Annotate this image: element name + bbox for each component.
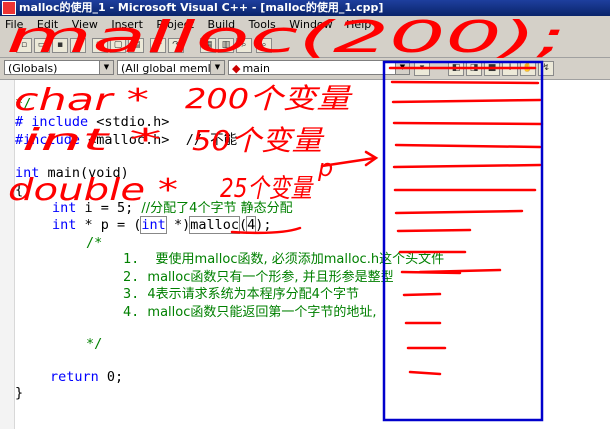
build-icon[interactable]: ◨ [466, 61, 482, 76]
wizard-bar: (Globals) ▼ (All global meml ▼ ◆ main ▼ ▾… [0, 58, 610, 80]
menu-edit[interactable]: Edit [32, 16, 63, 33]
redo-icon[interactable]: ↷ [168, 38, 184, 53]
new-file-icon[interactable]: ▫ [16, 38, 32, 53]
code-editor[interactable]: */ # include <stdio.h> #include <malloc.… [0, 80, 610, 429]
code-line: 1. 要使用malloc函数, 必须添加malloc.h这个头文件 [123, 251, 445, 267]
menu-build[interactable]: Build [203, 16, 241, 33]
menu-file[interactable]: File [0, 16, 28, 33]
output-icon[interactable]: ▥ [218, 38, 234, 53]
chevron-down-icon: ▼ [99, 61, 113, 74]
app-icon [2, 1, 16, 15]
menu-help[interactable]: Help [341, 16, 376, 33]
code-line: } [15, 385, 24, 401]
menu-window[interactable]: Window [284, 16, 337, 33]
breakpoint-icon[interactable]: ✋ [520, 61, 536, 76]
scope-combo-value: (Globals) [8, 62, 58, 75]
scope-combo[interactable]: (Globals) ▼ [4, 60, 114, 75]
menu-insert[interactable]: Insert [106, 16, 148, 33]
title-bar: malloc的使用_1 - Microsoft Visual C++ - [ma… [0, 0, 610, 16]
menu-project[interactable]: Project [151, 16, 199, 33]
function-diamond-icon: ◆ [232, 62, 241, 75]
function-combo[interactable]: ◆ main ▼ [228, 60, 410, 75]
menu-tools[interactable]: Tools [244, 16, 281, 33]
undo-icon[interactable]: ↶ [150, 38, 166, 53]
members-combo[interactable]: (All global meml ▼ [117, 60, 225, 75]
execute-icon[interactable]: ! [502, 61, 518, 76]
menu-view[interactable]: View [67, 16, 103, 33]
workspace-icon[interactable]: ▦ [200, 38, 216, 53]
code-line: /* [86, 235, 103, 251]
standard-toolbar: ▫ ▭ ▪ ▪ ✂ ▢ ▤ ↶ ↷ ▦ ▥ ⌕ ⌕ [0, 33, 610, 58]
code-line: int * p = (int *)malloc(4); [52, 216, 272, 234]
code-line: int main(void) [15, 165, 129, 181]
editor-gutter [0, 80, 15, 429]
code-line: #include <malloc.h> // 不能 [15, 132, 238, 148]
members-combo-value: (All global meml [121, 62, 211, 75]
code-line: # include <stdio.h> [15, 114, 170, 130]
code-line: { [15, 182, 24, 198]
code-line: 2. malloc函数只有一个形参, 并且形参是整型 [123, 269, 394, 285]
open-folder-icon[interactable]: ▭ [34, 38, 50, 53]
code-line: */ [15, 96, 32, 112]
code-line: 3. 4表示请求系统为本程序分配4个字节 [123, 286, 359, 302]
paste-icon[interactable]: ▤ [128, 38, 144, 53]
code-line: int i = 5; //分配了4个字节 静态分配 [52, 200, 293, 216]
chevron-down-icon: ▼ [210, 61, 224, 74]
function-combo-value: main [242, 62, 270, 75]
find-in-files-icon[interactable]: ⌕ [236, 38, 252, 53]
window-title: malloc的使用_1 - Microsoft Visual C++ - [ma… [19, 1, 384, 14]
code-line: return 0; [50, 369, 124, 385]
copy-icon[interactable]: ▢ [110, 38, 126, 53]
stop-build-icon[interactable]: ■ [484, 61, 500, 76]
wizard-action-icon[interactable]: ▾ [414, 61, 430, 76]
save-all-icon[interactable]: ▪ [70, 38, 86, 53]
find-icon[interactable]: ⌕ [256, 38, 272, 53]
code-line: */ [86, 336, 103, 352]
code-line: 4. malloc函数只能返回第一个字节的地址, [123, 304, 377, 320]
chevron-down-icon: ▼ [395, 61, 409, 74]
save-icon[interactable]: ▪ [52, 38, 68, 53]
cut-icon[interactable]: ✂ [92, 38, 108, 53]
menu-bar: File Edit View Insert Project Build Tool… [0, 16, 610, 33]
go-icon[interactable]: ↯ [538, 61, 554, 76]
compile-icon[interactable]: ◧ [448, 61, 464, 76]
